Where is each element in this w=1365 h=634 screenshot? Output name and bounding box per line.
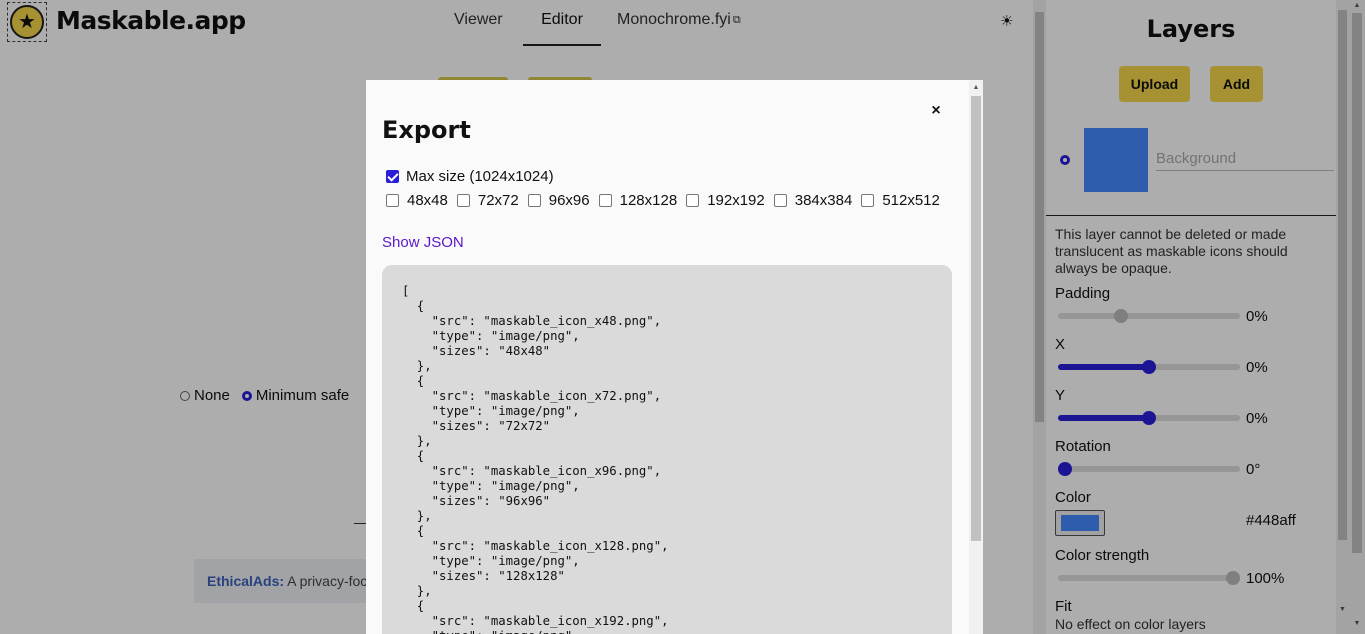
show-json-link[interactable]: Show JSON: [382, 234, 464, 251]
export-dialog: × Export Max size (1024x1024) 48x48 72x7…: [366, 80, 983, 634]
max-size-label: Max size (1024x1024): [406, 168, 554, 185]
size-checkbox[interactable]: [527, 194, 541, 207]
size-options: 48x48 72x72 96x96 128x128 192x192 384x38…: [386, 192, 949, 209]
size-label: 72x72: [477, 192, 519, 209]
size-label: 384x384: [794, 192, 853, 209]
dialog-scrollbar[interactable]: ▲: [969, 80, 983, 634]
size-option[interactable]: 384x384: [773, 192, 853, 209]
size-option[interactable]: 96x96: [527, 192, 590, 209]
size-option[interactable]: 48x48: [386, 192, 448, 209]
size-label: 192x192: [707, 192, 765, 209]
size-label: 48x48: [407, 192, 448, 209]
scroll-up-icon[interactable]: ▲: [969, 84, 983, 91]
close-icon[interactable]: ×: [928, 102, 944, 120]
size-label: 128x128: [619, 192, 678, 209]
size-checkbox[interactable]: [386, 194, 399, 207]
size-option[interactable]: 512x512: [861, 192, 940, 209]
size-option[interactable]: 128x128: [598, 192, 678, 209]
max-size-option[interactable]: Max size (1024x1024): [386, 168, 554, 185]
size-checkbox[interactable]: [773, 194, 787, 207]
size-checkbox[interactable]: [598, 194, 612, 207]
size-checkbox[interactable]: [456, 194, 470, 207]
app-root: ★ Maskable.app Viewer Editor Monochrome.…: [0, 0, 1365, 634]
export-title: Export: [382, 116, 471, 144]
size-label: 512x512: [882, 192, 940, 209]
size-label: 96x96: [548, 192, 590, 209]
dialog-scrollbar-thumb[interactable]: [971, 96, 981, 541]
size-option[interactable]: 192x192: [686, 192, 765, 209]
size-option[interactable]: 72x72: [456, 192, 519, 209]
max-size-checkbox[interactable]: [386, 170, 399, 183]
size-checkbox[interactable]: [686, 194, 700, 207]
size-checkbox[interactable]: [861, 194, 875, 207]
json-code-block: [ { "src": "maskable_icon_x48.png", "typ…: [382, 265, 952, 634]
